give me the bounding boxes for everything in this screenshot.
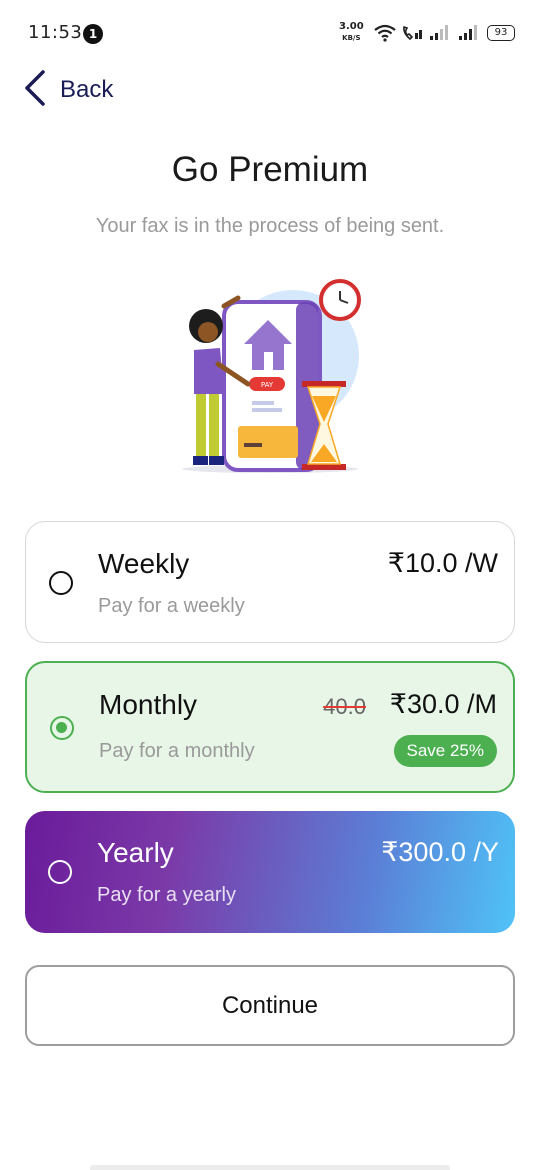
plan-description: Pay for a weekly [98,595,245,617]
original-price: 40.0 [323,694,366,719]
premium-illustration: PAY [178,276,368,476]
signal-sim1-icon [428,24,452,46]
navigation-gesture-bar[interactable] [90,1165,450,1170]
status-bar: 11:53 1 3.00 KB/S 93 [0,0,540,66]
wifi-icon [374,24,396,46]
plan-name: Monthly [99,689,198,720]
battery-icon: 93 [487,25,515,41]
plan-price: ₹300.0 /Y [381,837,499,867]
plan-card-yearly[interactable]: Yearly Pay for a yearly ₹300.0 /Y [25,811,515,933]
page-subtitle: Your fax is in the process of being sent… [95,215,445,237]
plan-name: Weekly [98,548,190,579]
signal-sim2-icon [457,24,481,46]
plan-price: ₹10.0 /W [387,548,498,578]
radio-selected-dot [56,722,67,733]
illustration-pay-label: PAY [261,381,274,389]
radio-weekly[interactable] [49,571,73,595]
plan-card-weekly[interactable]: Weekly Pay for a weekly ₹10.0 /W [25,521,515,643]
back-label: Back [60,76,114,103]
continue-button[interactable]: Continue [25,965,515,1046]
network-speed-unit: KB/S [342,34,361,42]
plan-price: ₹30.0 /M [389,689,497,719]
wifi-calling-icon [401,24,425,46]
plan-name: Yearly [97,837,174,868]
radio-monthly[interactable] [50,716,74,740]
network-speed: 3.00 KB/S [339,22,364,43]
plan-description: Pay for a monthly [99,740,255,762]
network-speed-value: 3.00 [339,21,364,32]
status-time: 11:53 [28,22,83,43]
plan-description: Pay for a yearly [97,884,236,906]
radio-yearly[interactable] [48,860,72,884]
page-title: Go Premium [171,150,369,189]
save-badge: Save 25% [393,735,497,767]
back-button[interactable]: Back [24,70,114,110]
chevron-left-icon [24,70,46,110]
plan-card-monthly[interactable]: Monthly Pay for a monthly 40.0 ₹30.0 /M … [25,661,515,793]
notification-badge: 1 [83,24,103,44]
